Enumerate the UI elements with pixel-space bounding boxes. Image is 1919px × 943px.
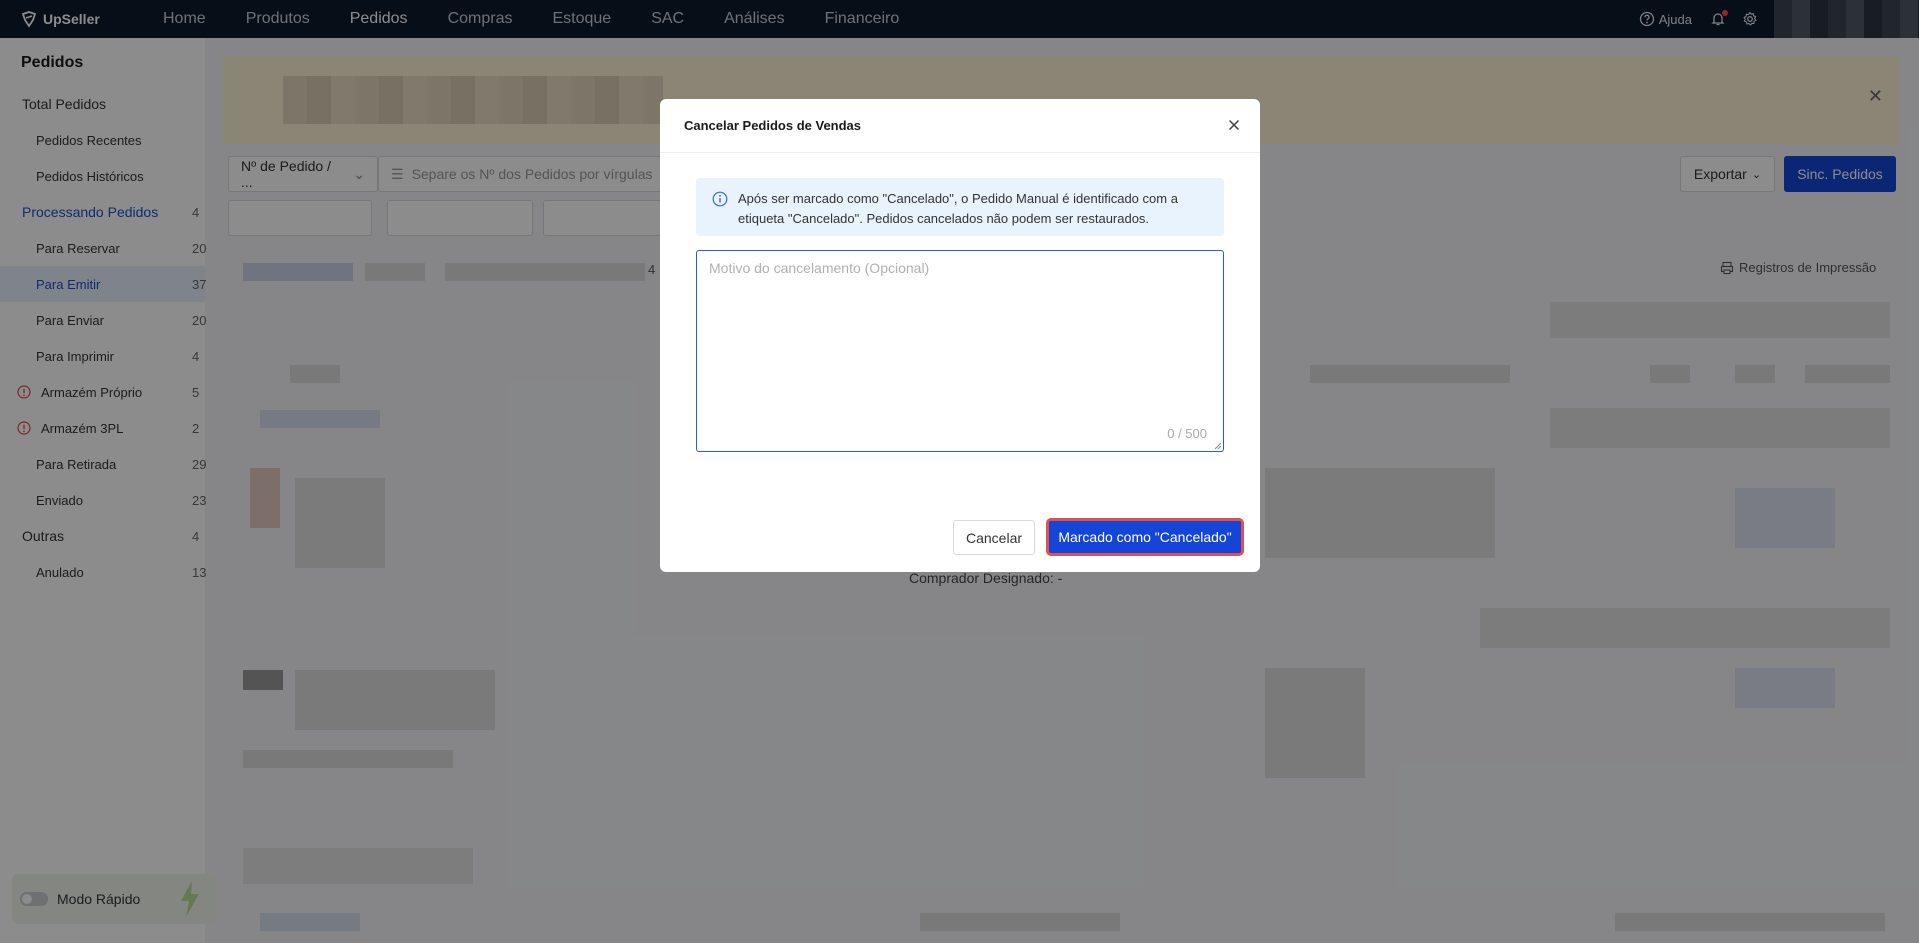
cancel-orders-modal: Cancelar Pedidos de Vendas Após ser marc… — [660, 99, 1260, 572]
info-icon — [712, 191, 728, 207]
resize-handle-icon[interactable] — [1214, 442, 1222, 450]
mark-cancelled-button[interactable]: Marcado como "Cancelado" — [1046, 518, 1244, 556]
cancel-label: Cancelar — [965, 529, 1023, 546]
cancel-reason-field: 0 / 500 — [696, 250, 1224, 452]
cancel-button[interactable]: Cancelar — [953, 520, 1035, 555]
close-icon[interactable] — [1226, 117, 1242, 133]
modal-header: Cancelar Pedidos de Vendas — [660, 99, 1260, 153]
cancel-reason-textarea[interactable] — [697, 251, 1223, 451]
modal-title: Cancelar Pedidos de Vendas — [684, 118, 862, 133]
info-alert: Após ser marcado como "Cancelado", o Ped… — [696, 178, 1224, 236]
info-text: Após ser marcado como "Cancelado", o Ped… — [738, 191, 1178, 226]
character-counter: 0 / 500 — [1167, 426, 1207, 441]
mark-cancelled-label: Marcado como "Cancelado" — [1058, 529, 1232, 545]
